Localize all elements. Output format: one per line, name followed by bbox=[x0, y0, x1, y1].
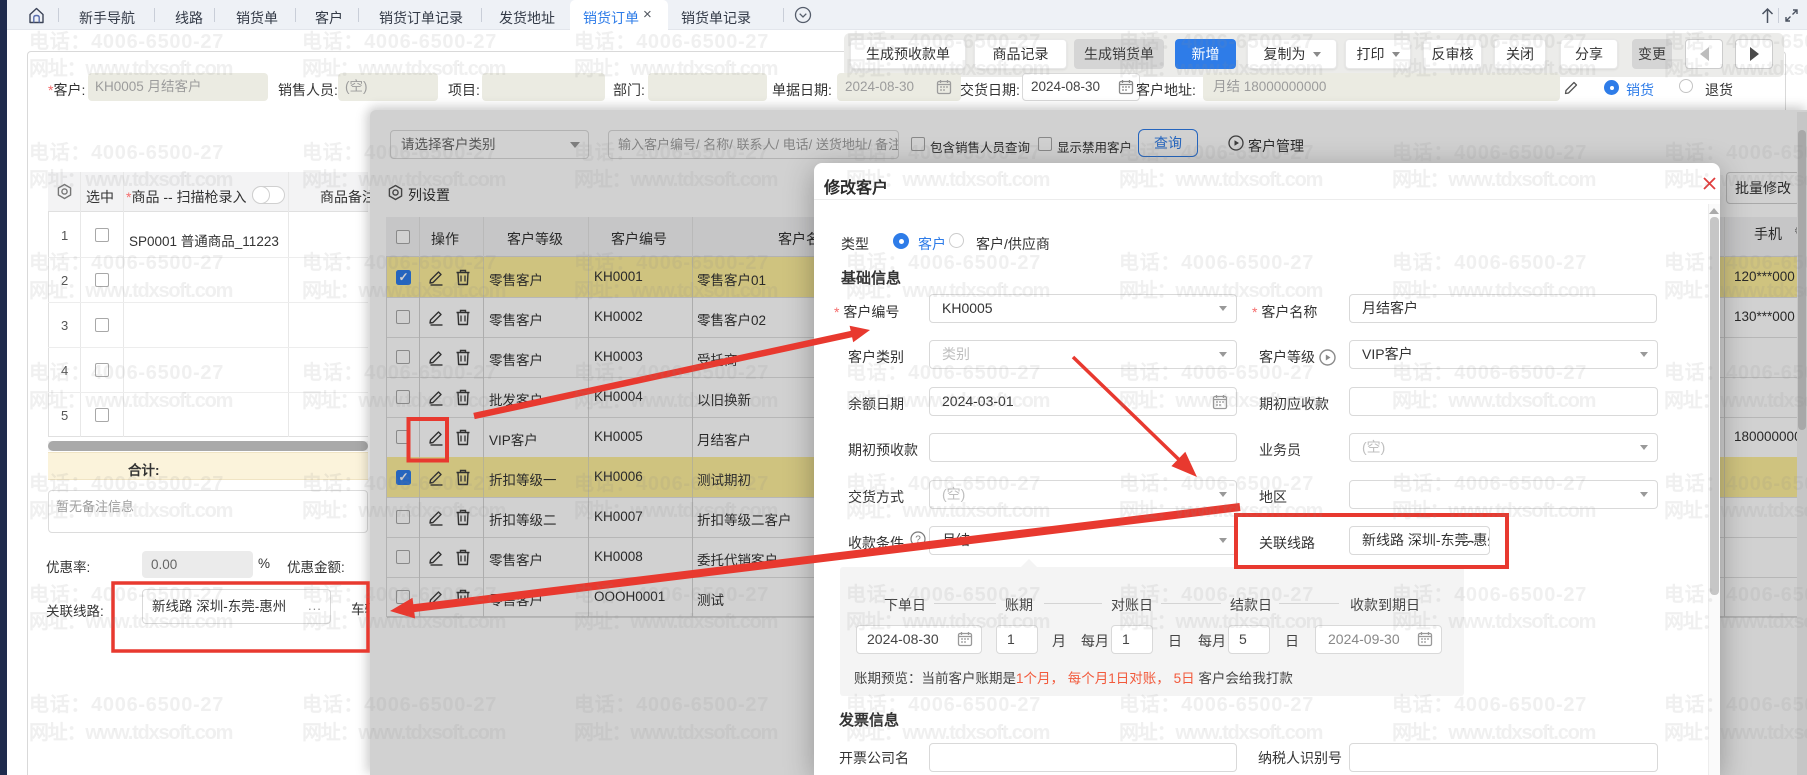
svg-text:?: ? bbox=[915, 535, 921, 546]
